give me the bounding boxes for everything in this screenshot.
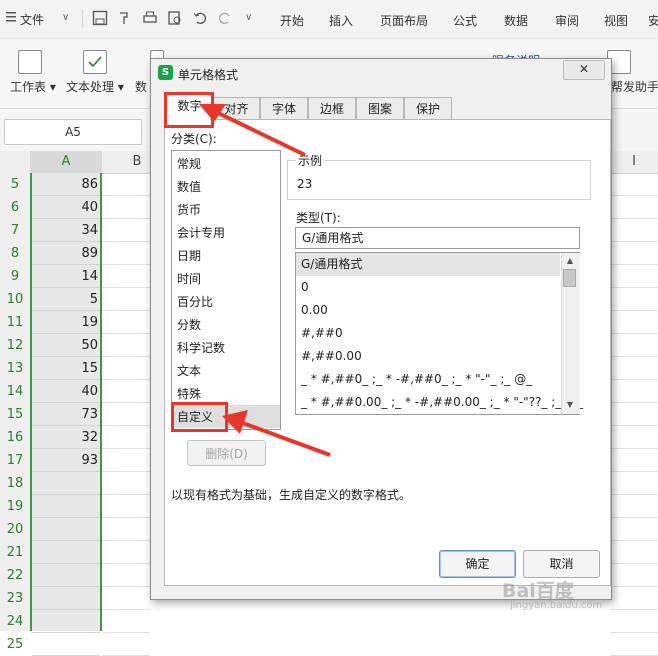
arrow-to-custom-icon (222, 410, 331, 457)
watermark-url: jingyan.baidu.com (510, 600, 603, 611)
watermark-logo: Bai百度 (502, 580, 574, 602)
grid-line (610, 632, 658, 633)
arrow-to-number-tab-icon (199, 104, 306, 157)
row-header[interactable]: 25 (0, 633, 30, 656)
grid-line (32, 632, 100, 633)
annotation-arrows (199, 104, 331, 457)
grid-line (102, 632, 150, 633)
